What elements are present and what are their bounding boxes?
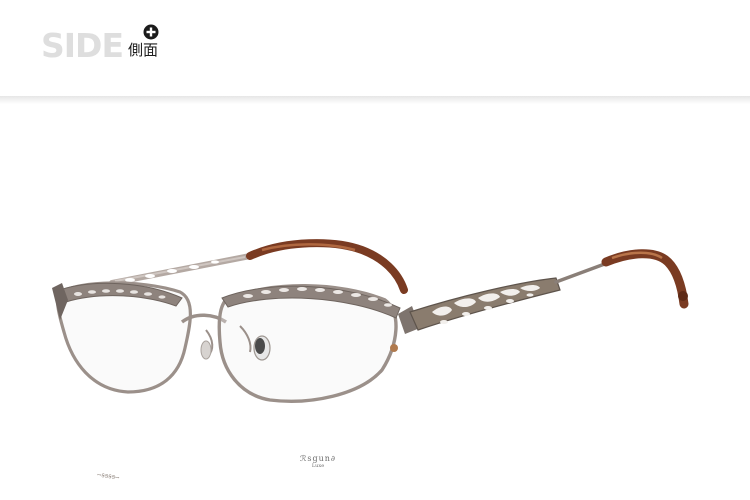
page-title: SIDE [41, 26, 124, 65]
lens-logo-sub: Luxe [311, 463, 325, 469]
header-bar: SIDE 側面 [0, 0, 750, 97]
product-photo: ꟷꞨꞨꞨꞨꟷ ℛsgun∂ Luxe [0, 104, 750, 500]
lens-logo: ℛsgun∂ Luxe [288, 454, 348, 469]
lens-logo-brand: ℛsgun∂ [299, 454, 337, 463]
eyeglasses-illustration [52, 239, 689, 403]
page-subtitle: 側面 [128, 41, 159, 59]
plus-circle-icon [143, 24, 159, 40]
header-divider [0, 96, 750, 104]
